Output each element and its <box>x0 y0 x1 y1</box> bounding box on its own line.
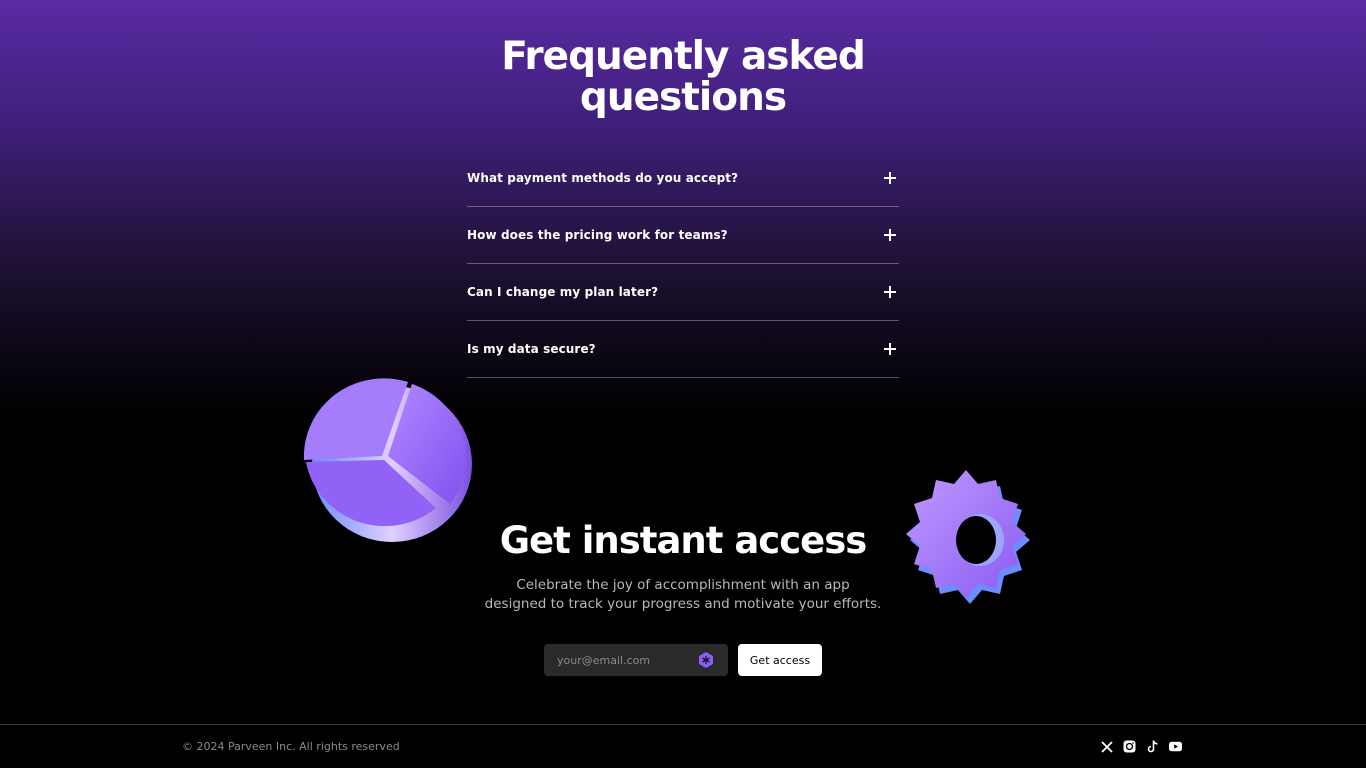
youtube-icon[interactable] <box>1169 740 1182 753</box>
cta-subtitle-line1: Celebrate the joy of accomplishment with… <box>516 577 850 593</box>
x-icon[interactable] <box>1100 740 1113 753</box>
password-manager-icon[interactable] <box>697 651 715 673</box>
plus-icon[interactable] <box>884 286 896 298</box>
faq-question: What payment methods do you accept? <box>467 171 739 185</box>
email-field-wrapper <box>544 644 728 676</box>
copyright-text: © 2024 Parveen Inc. All rights reserved <box>182 740 400 753</box>
plus-icon[interactable] <box>884 229 896 241</box>
faq-item-change-plan[interactable]: Can I change my plan later? <box>467 264 899 321</box>
faq-question: Can I change my plan later? <box>467 285 659 299</box>
tiktok-icon[interactable] <box>1146 740 1159 753</box>
faq-list: What payment methods do you accept? How … <box>467 150 899 378</box>
get-access-button[interactable]: Get access <box>738 644 822 676</box>
faq-item-team-pricing[interactable]: How does the pricing work for teams? <box>467 207 899 264</box>
social-links <box>1100 740 1182 753</box>
cta-subtitle-line2: designed to track your progress and moti… <box>484 596 882 612</box>
signup-form: Get access <box>544 644 822 676</box>
faq-title: Frequently asked questions <box>0 36 1366 118</box>
email-input[interactable] <box>557 653 687 667</box>
faq-title-line2: questions <box>579 75 787 120</box>
instagram-icon[interactable] <box>1123 740 1136 753</box>
plus-icon[interactable] <box>884 343 896 355</box>
faq-question: How does the pricing work for teams? <box>467 228 728 242</box>
footer: © 2024 Parveen Inc. All rights reserved <box>0 724 1366 768</box>
faq-item-payment-methods[interactable]: What payment methods do you accept? <box>467 150 899 207</box>
cta-subtitle: Celebrate the joy of accomplishment with… <box>0 576 1366 614</box>
cta-title: Get instant access <box>499 519 868 562</box>
plus-icon[interactable] <box>884 172 896 184</box>
faq-title-line1: Frequently asked <box>501 34 866 79</box>
faq-item-data-security[interactable]: Is my data secure? <box>467 321 899 378</box>
faq-question: Is my data secure? <box>467 342 596 356</box>
